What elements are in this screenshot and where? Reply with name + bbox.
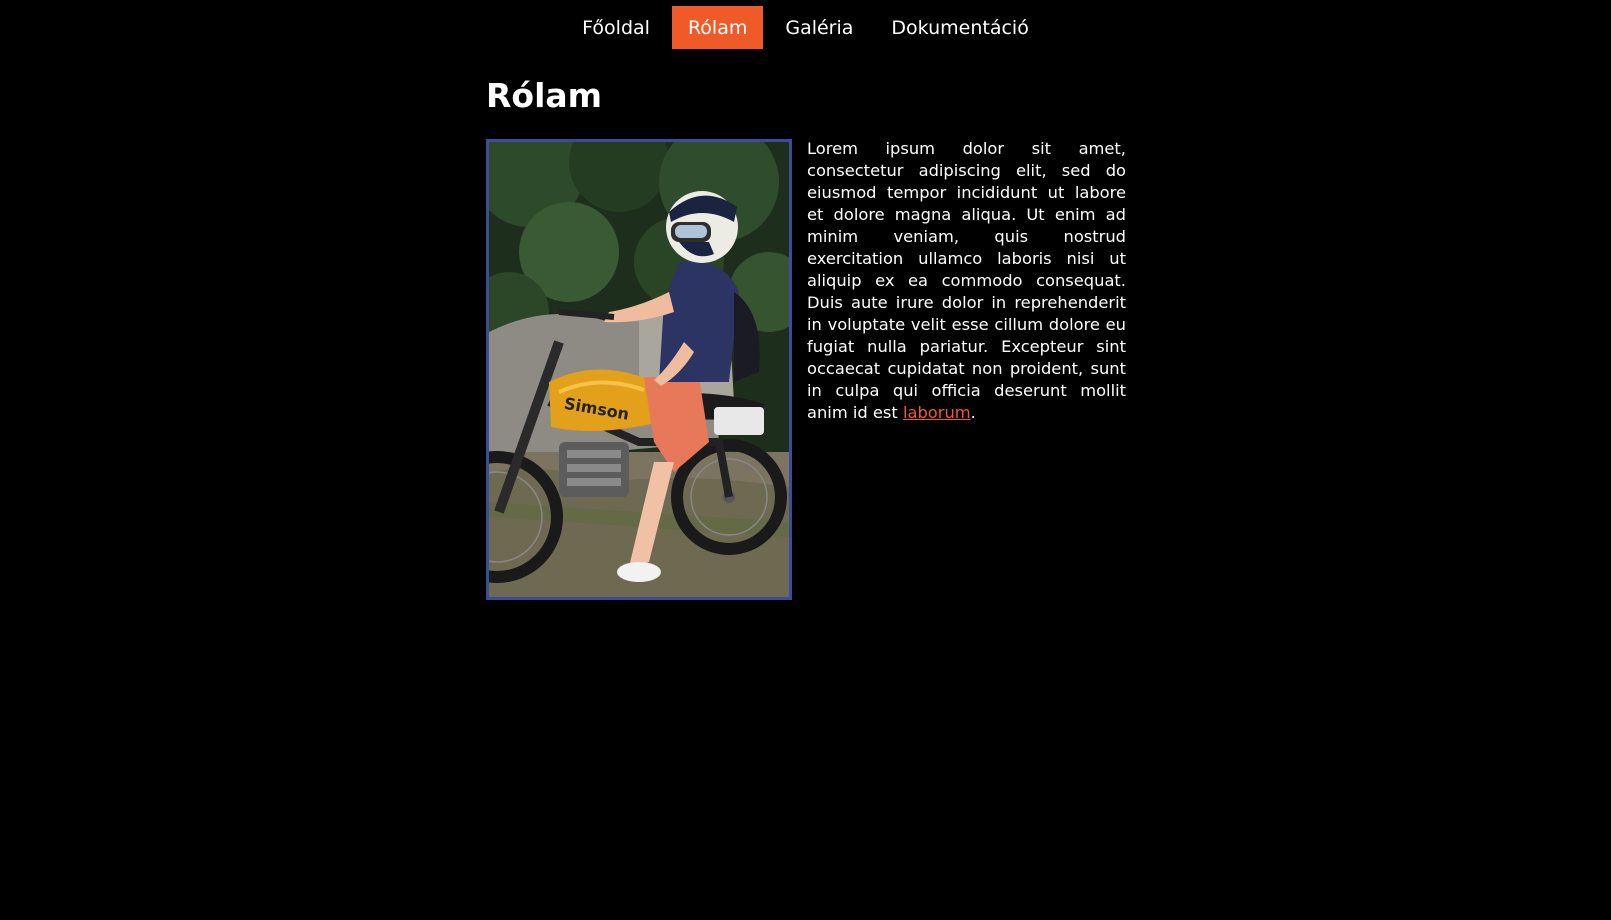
nav-link-rolam[interactable]: Rólam <box>671 6 764 49</box>
bio-end: . <box>970 403 976 422</box>
nav-link-fooldal[interactable]: Főoldal <box>566 6 666 49</box>
bio-text: Lorem ipsum dolor sit amet, consectetur … <box>807 139 1126 422</box>
bio-paragraph: Lorem ipsum dolor sit amet, consectetur … <box>807 138 1126 424</box>
nav-link-galeria[interactable]: Galéria <box>769 6 869 49</box>
main-nav: Főoldal Rólam Galéria Dokumentáció <box>0 6 1611 49</box>
nav-link-dokumentacio[interactable]: Dokumentáció <box>875 6 1044 49</box>
motorcycle-rider-image: Simson <box>489 142 789 597</box>
page-title: Rólam <box>486 76 603 115</box>
profile-photo: Simson <box>486 139 792 600</box>
laborum-link[interactable]: laborum <box>903 403 971 422</box>
